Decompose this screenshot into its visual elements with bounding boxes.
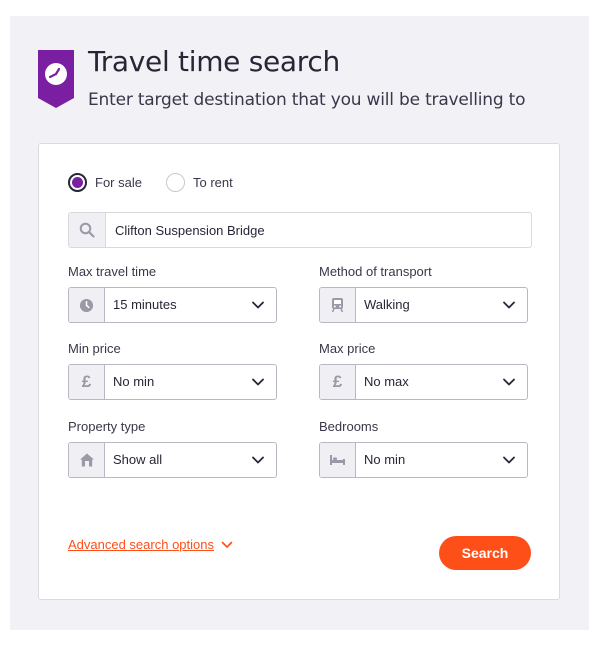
chevron-down-icon [240,288,276,322]
pound-icon: £ [320,365,356,399]
max-price-label: Max price [319,341,376,356]
page-subtitle: Enter target destination that you will b… [88,90,526,110]
chevron-down-icon [491,365,527,399]
bedrooms-select[interactable]: No min [319,442,528,478]
bedrooms-value: No min [364,452,406,467]
house-icon [69,443,105,477]
max-travel-time-value: 15 minutes [113,297,177,312]
radio-to-rent-label: To rent [193,174,233,190]
bed-icon [320,443,356,477]
min-price-value: No min [113,374,155,389]
max-price-select[interactable]: £ No max [319,364,528,400]
pound-symbol: £ [332,372,343,391]
pound-icon: £ [69,365,105,399]
search-button[interactable]: Search [439,536,531,570]
advanced-search-options-link[interactable]: Advanced search options [68,537,233,552]
chevron-down-icon [240,365,276,399]
chevron-down-icon [240,443,276,477]
advanced-search-options-label: Advanced search options [68,537,214,552]
clock-icon [69,288,105,322]
min-price-label: Min price [68,341,121,356]
chevron-down-icon [491,443,527,477]
train-icon [320,288,356,322]
radio-for-sale[interactable]: For sale [68,172,142,192]
radio-for-sale-label: For sale [95,174,142,190]
destination-search [68,212,532,248]
max-price-value: No max [364,374,409,389]
pound-symbol: £ [81,372,92,391]
property-type-value: Show all [113,452,163,467]
radio-to-rent-indicator [166,172,185,192]
method-of-transport-select[interactable]: Walking [319,287,528,323]
property-type-label: Property type [68,419,146,434]
min-price-select[interactable]: £ No min [68,364,277,400]
search-icon [69,213,106,247]
chevron-down-icon [491,288,527,322]
max-travel-time-label: Max travel time [68,264,157,279]
radio-for-sale-indicator [68,172,87,192]
radio-to-rent[interactable]: To rent [166,172,233,192]
bedrooms-label: Bedrooms [319,419,379,434]
max-travel-time-select[interactable]: 15 minutes [68,287,277,323]
chevron-down-icon [221,541,233,548]
travel-time-badge-icon [38,50,74,108]
destination-search-input[interactable] [106,213,531,247]
method-of-transport-value: Walking [364,297,410,312]
property-type-select[interactable]: Show all [68,442,277,478]
method-of-transport-label: Method of transport [319,264,432,279]
page-title: Travel time search [88,45,340,78]
